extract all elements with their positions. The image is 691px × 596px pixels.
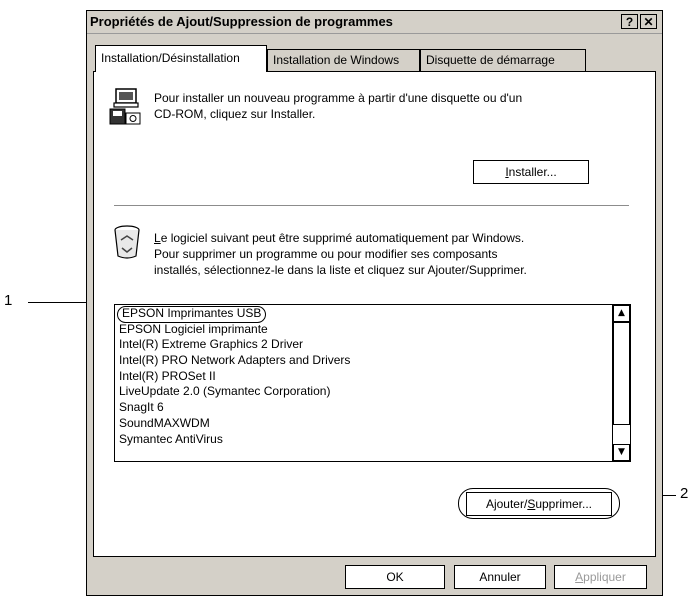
install-line-2: CD-ROM, cliquez sur Installer. — [154, 107, 316, 121]
properties-dialog: Propriétés de Ajout/Suppression de progr… — [86, 10, 663, 596]
remove-line-1-text: e logiciel suivant peut être supprimé au… — [160, 231, 525, 245]
apply-label: ppliquer — [583, 570, 626, 584]
scroll-down-icon[interactable]: ▼ — [613, 444, 630, 461]
add-remove-mnemonic: S — [527, 497, 536, 511]
scroll-thumb[interactable] — [613, 322, 630, 425]
ok-button[interactable]: OK — [345, 565, 445, 589]
install-button[interactable]: Installer... — [473, 160, 589, 184]
tab-windows-setup[interactable]: Installation de Windows — [267, 49, 420, 71]
list-item[interactable]: EPSON Imprimantes USB — [117, 306, 267, 323]
remove-line-1: Le logiciel suivant peut être supprimé a… — [154, 230, 527, 246]
list-item[interactable]: Intel(R) PRO Network Adapters and Driver… — [119, 353, 350, 368]
remove-line-1-mnemonic: L — [154, 231, 161, 245]
remove-line-3: installés, sélectionnez-le dans la liste… — [154, 263, 527, 277]
window-title: Propriétés de Ajout/Suppression de progr… — [90, 14, 393, 29]
list-scrollbar[interactable]: ▲ ▼ — [612, 305, 630, 461]
list-item[interactable]: Intel(R) Extreme Graphics 2 Driver — [119, 337, 303, 352]
add-remove-label: upprimer... — [535, 497, 593, 511]
tab-startup-disk[interactable]: Disquette de démarrage — [420, 49, 586, 71]
section-divider — [114, 205, 629, 206]
program-listbox[interactable]: EPSON Imprimantes USB EPSON Logiciel imp… — [114, 304, 631, 462]
remove-instructions: Le logiciel suivant peut être supprimé a… — [154, 230, 527, 278]
tab-install-uninstall[interactable]: Installation/Désinstallation — [95, 45, 267, 72]
install-button-label: nstaller... — [508, 165, 557, 179]
add-remove-prefix: Ajouter/ — [485, 497, 528, 511]
scroll-up-icon[interactable]: ▲ — [613, 305, 630, 322]
list-item[interactable]: SnagIt 6 — [119, 400, 164, 415]
list-item[interactable]: SoundMAXWDM — [119, 416, 210, 431]
remove-line-2: Pour supprimer un programme ou pour modi… — [154, 247, 498, 261]
callout-1-label: 1 — [4, 292, 13, 309]
help-button[interactable]: ? — [621, 14, 638, 29]
apply-button[interactable]: Appliquer — [554, 565, 647, 589]
tab-panel: Pour installer un nouveau programme à pa… — [93, 71, 656, 557]
list-item[interactable]: Intel(R) PROSet II — [119, 369, 216, 384]
cancel-button[interactable]: Annuler — [454, 565, 546, 589]
list-item[interactable]: LiveUpdate 2.0 (Symantec Corporation) — [119, 384, 330, 399]
close-button[interactable]: ✕ — [640, 14, 657, 29]
install-instructions: Pour installer un nouveau programme à pa… — [154, 90, 522, 122]
apply-mnemonic: A — [575, 570, 584, 584]
list-item[interactable]: EPSON Logiciel imprimante — [119, 322, 268, 337]
title-bar[interactable]: Propriétés de Ajout/Suppression de progr… — [87, 11, 662, 34]
install-icon — [109, 88, 141, 125]
list-item[interactable]: Symantec AntiVirus — [119, 432, 223, 447]
add-remove-button[interactable]: Ajouter/Supprimer... — [466, 492, 612, 516]
install-line-1: Pour installer un nouveau programme à pa… — [154, 91, 523, 105]
recycle-bin-icon — [114, 225, 140, 259]
callout-2-label: 2 — [680, 485, 689, 502]
